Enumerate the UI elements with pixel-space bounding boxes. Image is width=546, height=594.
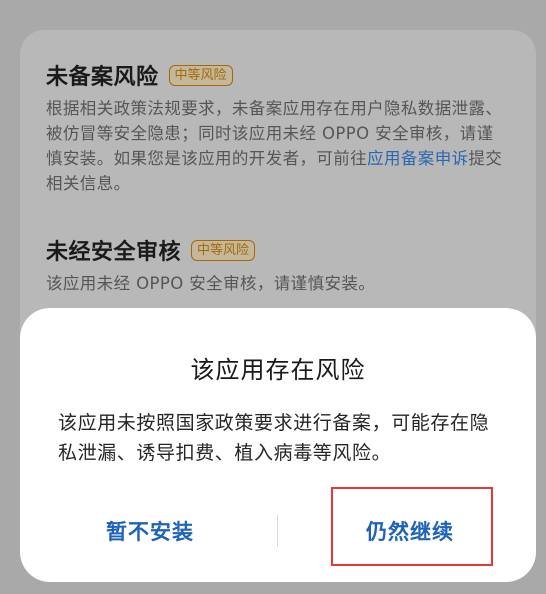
risk-title: 未经安全审核: [46, 240, 182, 265]
app-filing-appeal-link[interactable]: 应用备案申诉: [367, 149, 468, 168]
risk-item-header: 未经安全审核 中等风险: [46, 235, 510, 265]
dialog-message: 该应用未按照国家政策要求进行备案，可能存在隐私泄漏、诱导扣费、植入病毒等风险。: [58, 412, 490, 464]
risk-item-unfiled: 未备案风险 中等风险 根据相关政策法规要求，未备案应用存在用户隐私数据泄露、被仿…: [46, 60, 510, 196]
risk-description: 根据相关政策法规要求，未备案应用存在用户隐私数据泄露、被仿冒等安全隐患；同时该应…: [46, 96, 510, 196]
risk-item-header: 未备案风险 中等风险: [46, 60, 510, 90]
risk-level-badge: 中等风险: [168, 64, 233, 86]
clipped-header-text: [222, 0, 322, 4]
risk-description-text: 该应用未经 OPPO 安全审核，请谨慎安装。: [46, 274, 376, 293]
risk-level-badge: 中等风险: [191, 239, 256, 261]
top-partial-area: [0, 0, 546, 30]
dialog-title: 该应用存在风险: [190, 356, 366, 384]
risk-title: 未备案风险: [46, 65, 159, 90]
highlight-box: [331, 487, 493, 566]
cancel-install-button[interactable]: 暂不安装: [70, 515, 230, 549]
risk-item-unreviewed: 未经安全审核 中等风险 该应用未经 OPPO 安全审核，请谨慎安装。: [46, 235, 510, 296]
risk-description: 该应用未经 OPPO 安全审核，请谨慎安装。: [46, 271, 510, 296]
button-divider: [277, 515, 278, 547]
